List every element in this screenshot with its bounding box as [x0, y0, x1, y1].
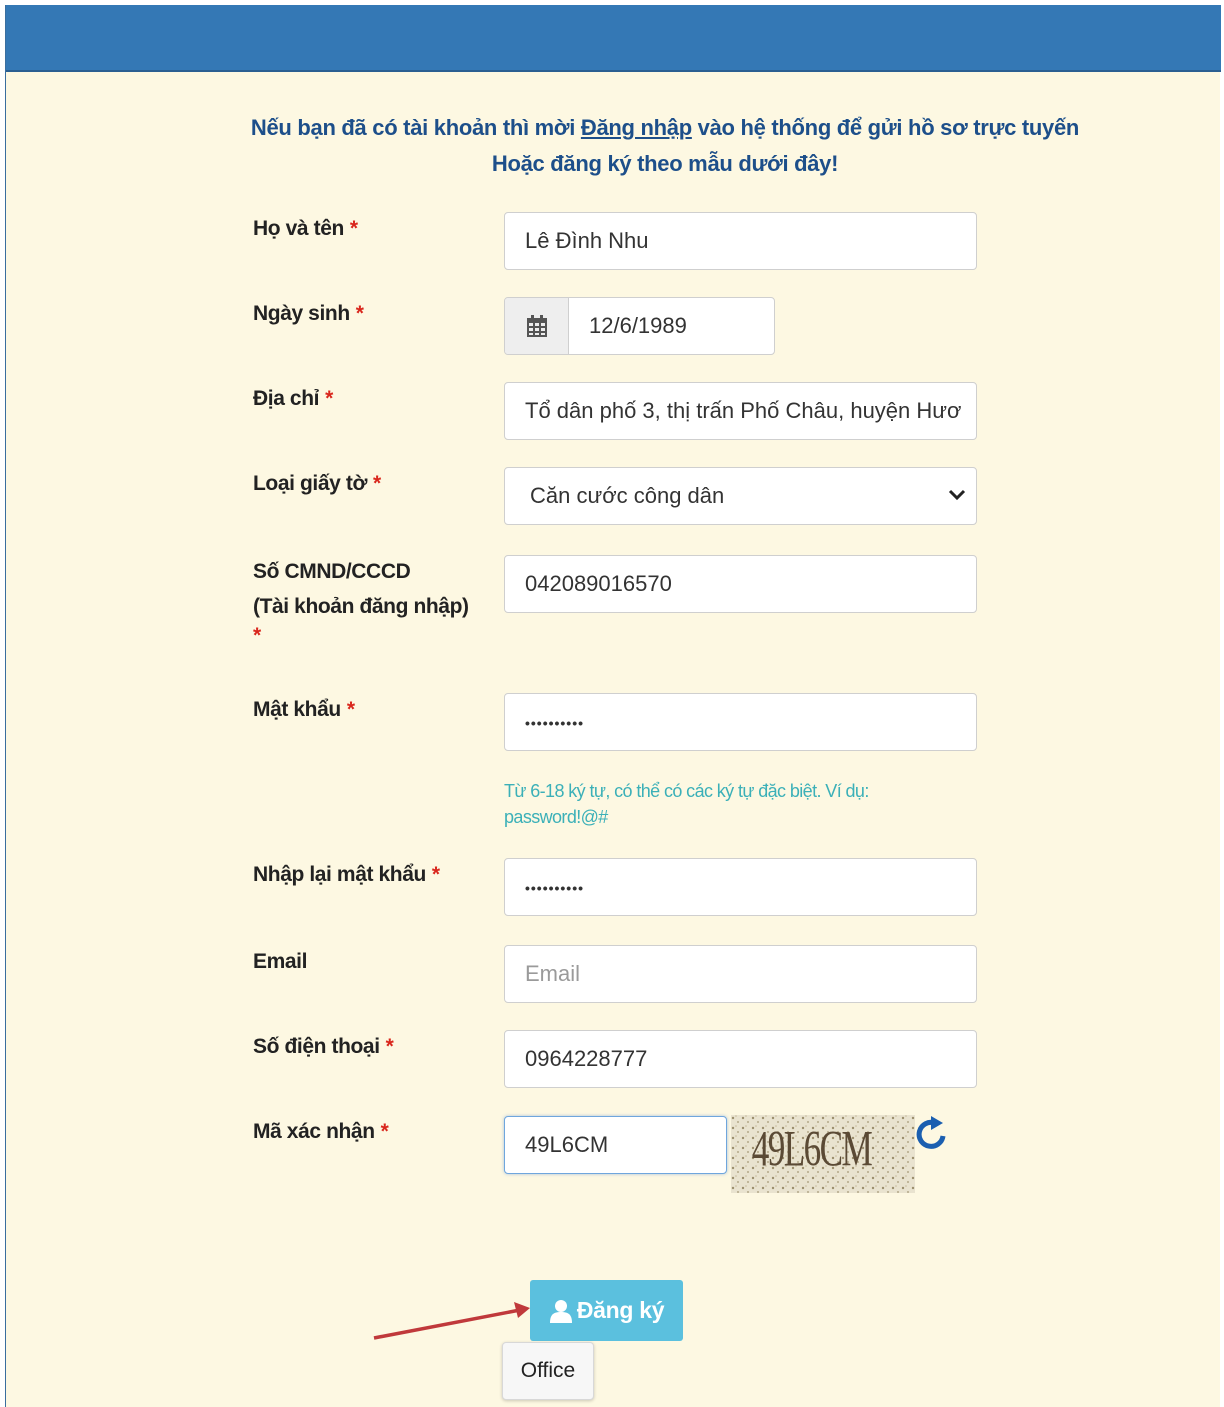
- chevron-down-icon: [948, 489, 966, 501]
- fullname-label: Họ và tên *: [253, 217, 358, 240]
- dob-label: Ngày sinh *: [253, 302, 364, 325]
- user-icon: [549, 1299, 572, 1323]
- email-input[interactable]: Email: [504, 945, 977, 1003]
- doc-type-select[interactable]: Căn cước công dân: [504, 467, 977, 525]
- doc-type-label: Loại giấy tờ *: [253, 472, 381, 495]
- tooltip: Office: [502, 1342, 594, 1400]
- refresh-captcha-icon[interactable]: [913, 1114, 951, 1154]
- password-confirm-input[interactable]: ••••••••••: [504, 858, 977, 916]
- required-mark: *: [431, 863, 440, 886]
- required-mark: *: [380, 1120, 389, 1143]
- id-number-input[interactable]: 042089016570: [504, 555, 977, 613]
- captcha-label: Mã xác nhận *: [253, 1120, 389, 1143]
- intro-line-1: Nếu bạn đã có tài khoản thì mời Đăng nhậ…: [250, 115, 1080, 140]
- intro-text: Nếu bạn đã có tài khoản thì mời Đăng nhậ…: [0, 110, 1224, 182]
- required-mark: *: [372, 472, 381, 495]
- required-mark: *: [355, 302, 364, 325]
- required-mark: *: [325, 387, 333, 410]
- id-number-label: Số CMND/CCCD (Tài khoản đăng nhập) *: [253, 560, 469, 647]
- password-hint: Từ 6-18 ký tự, có thể có các ký tự đặc b…: [504, 781, 869, 827]
- password-label: Mật khẩu *: [253, 698, 355, 721]
- address-input[interactable]: Tổ dân phố 3, thị trấn Phố Châu, huyện H…: [504, 382, 977, 440]
- captcha-image: 49L6CM: [731, 1115, 915, 1193]
- dob-input[interactable]: 12/6/1989: [589, 298, 687, 354]
- required-mark: *: [346, 698, 355, 721]
- email-label: Email: [253, 950, 308, 973]
- password-confirm-label: Nhập lại mật khẩu *: [253, 863, 440, 886]
- dob-field[interactable]: 12/6/1989: [504, 297, 775, 355]
- intro-line-2: Hoặc đăng ký theo mẫu dưới đây!: [491, 151, 839, 176]
- required-mark: *: [385, 1035, 394, 1058]
- calendar-icon[interactable]: [505, 298, 569, 354]
- captcha-image-text: 49L6CM: [752, 1121, 872, 1177]
- register-button[interactable]: Đăng ký: [530, 1280, 683, 1341]
- phone-input[interactable]: 0964228777: [504, 1030, 977, 1088]
- header-bar: [6, 5, 1221, 72]
- address-label: Địa chỉ *: [253, 387, 333, 410]
- captcha-input[interactable]: 49L6CM: [504, 1116, 727, 1174]
- required-mark: *: [349, 217, 358, 240]
- annotation-arrow: [373, 1302, 530, 1340]
- required-mark: *: [253, 624, 261, 647]
- phone-label: Số điện thoại *: [253, 1035, 394, 1058]
- fullname-input[interactable]: Lê Đình Nhu: [504, 212, 977, 270]
- login-link[interactable]: Đăng nhập: [581, 115, 692, 140]
- password-input[interactable]: ••••••••••: [504, 693, 977, 751]
